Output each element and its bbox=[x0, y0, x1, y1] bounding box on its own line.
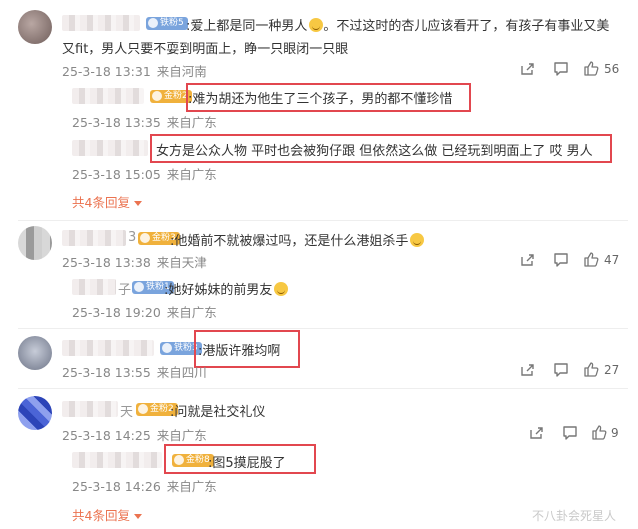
chevron-down-icon bbox=[133, 201, 142, 206]
comment-icon[interactable] bbox=[553, 252, 569, 268]
reply-meta: 25-3-18 19:20 来自广东 bbox=[72, 305, 217, 320]
highlight-box bbox=[194, 330, 300, 368]
more-replies-link[interactable]: 共4条回复 bbox=[72, 505, 142, 524]
emoji-icon bbox=[309, 18, 324, 32]
comment-text: :问就是社交礼仪 bbox=[170, 405, 266, 420]
like-icon[interactable] bbox=[591, 424, 607, 440]
avatar[interactable] bbox=[18, 226, 52, 260]
highlight-box bbox=[150, 134, 612, 163]
comment-meta: 25-3-18 13:55 来自四川 bbox=[62, 365, 207, 380]
reply-username[interactable] bbox=[72, 452, 162, 468]
comment-meta: 25-3-18 13:31 来自河南 bbox=[62, 64, 207, 79]
divider bbox=[18, 328, 628, 329]
share-icon[interactable] bbox=[519, 362, 535, 378]
emoji-icon bbox=[410, 233, 425, 247]
comment-icon[interactable] bbox=[553, 362, 569, 378]
chevron-down-icon bbox=[133, 514, 142, 519]
share-icon[interactable] bbox=[519, 61, 535, 77]
avatar[interactable] bbox=[18, 396, 52, 430]
avatar[interactable] bbox=[18, 10, 52, 44]
reply-text: :她好姊妹的前男友 bbox=[164, 279, 289, 298]
reply-username[interactable] bbox=[72, 279, 116, 295]
reply-username[interactable] bbox=[72, 88, 144, 104]
username-tail: 天 bbox=[120, 405, 134, 420]
username-tail: 3 bbox=[128, 230, 137, 245]
like-icon[interactable] bbox=[583, 251, 599, 267]
comment-text: :爱上都是同一种男人 。不过这时的杏儿应该看开了，有孩子有事业又美 bbox=[186, 18, 610, 34]
comment-text: :他婚前不就被爆过吗，还是什么港姐杀手 bbox=[170, 230, 425, 249]
like-icon[interactable] bbox=[583, 60, 599, 76]
reply-meta: 25-3-18 13:35 来自广东 bbox=[72, 115, 217, 130]
username-tail: 子 bbox=[118, 283, 132, 298]
username[interactable] bbox=[62, 401, 118, 417]
username[interactable] bbox=[62, 340, 154, 356]
highlight-box bbox=[186, 83, 471, 112]
comment-icon[interactable] bbox=[562, 425, 578, 441]
emoji-icon bbox=[274, 282, 289, 296]
more-replies-link[interactable]: 共4条回复 bbox=[72, 192, 142, 211]
watermark: 不八卦会死星人 bbox=[532, 509, 617, 523]
fan-badge: 铁粉5 bbox=[146, 17, 188, 30]
username[interactable] bbox=[62, 15, 140, 31]
divider bbox=[18, 220, 628, 221]
avatar[interactable] bbox=[18, 336, 52, 370]
reply-meta: 25-3-18 15:05 来自广东 bbox=[72, 167, 217, 182]
like-count: 9 bbox=[611, 426, 619, 440]
share-icon[interactable] bbox=[519, 252, 535, 268]
username[interactable] bbox=[62, 230, 126, 246]
share-icon[interactable] bbox=[528, 425, 544, 441]
comment-icon[interactable] bbox=[553, 61, 569, 77]
comment-meta: 25-3-18 14:25 来自广东 bbox=[62, 428, 207, 443]
comment-meta: 25-3-18 13:38 来自天津 bbox=[62, 255, 207, 270]
like-count: 27 bbox=[604, 363, 620, 377]
comment-text-line2: 又fit，男人只要不耍到明面上，睁一只眼闭一只眼 bbox=[62, 42, 349, 57]
reply-username[interactable] bbox=[72, 140, 148, 156]
divider bbox=[18, 388, 628, 389]
highlight-box bbox=[164, 444, 316, 474]
like-count: 56 bbox=[604, 62, 620, 76]
reply-meta: 25-3-18 14:26 来自广东 bbox=[72, 479, 217, 494]
like-icon[interactable] bbox=[583, 361, 599, 377]
like-count: 47 bbox=[604, 253, 620, 267]
